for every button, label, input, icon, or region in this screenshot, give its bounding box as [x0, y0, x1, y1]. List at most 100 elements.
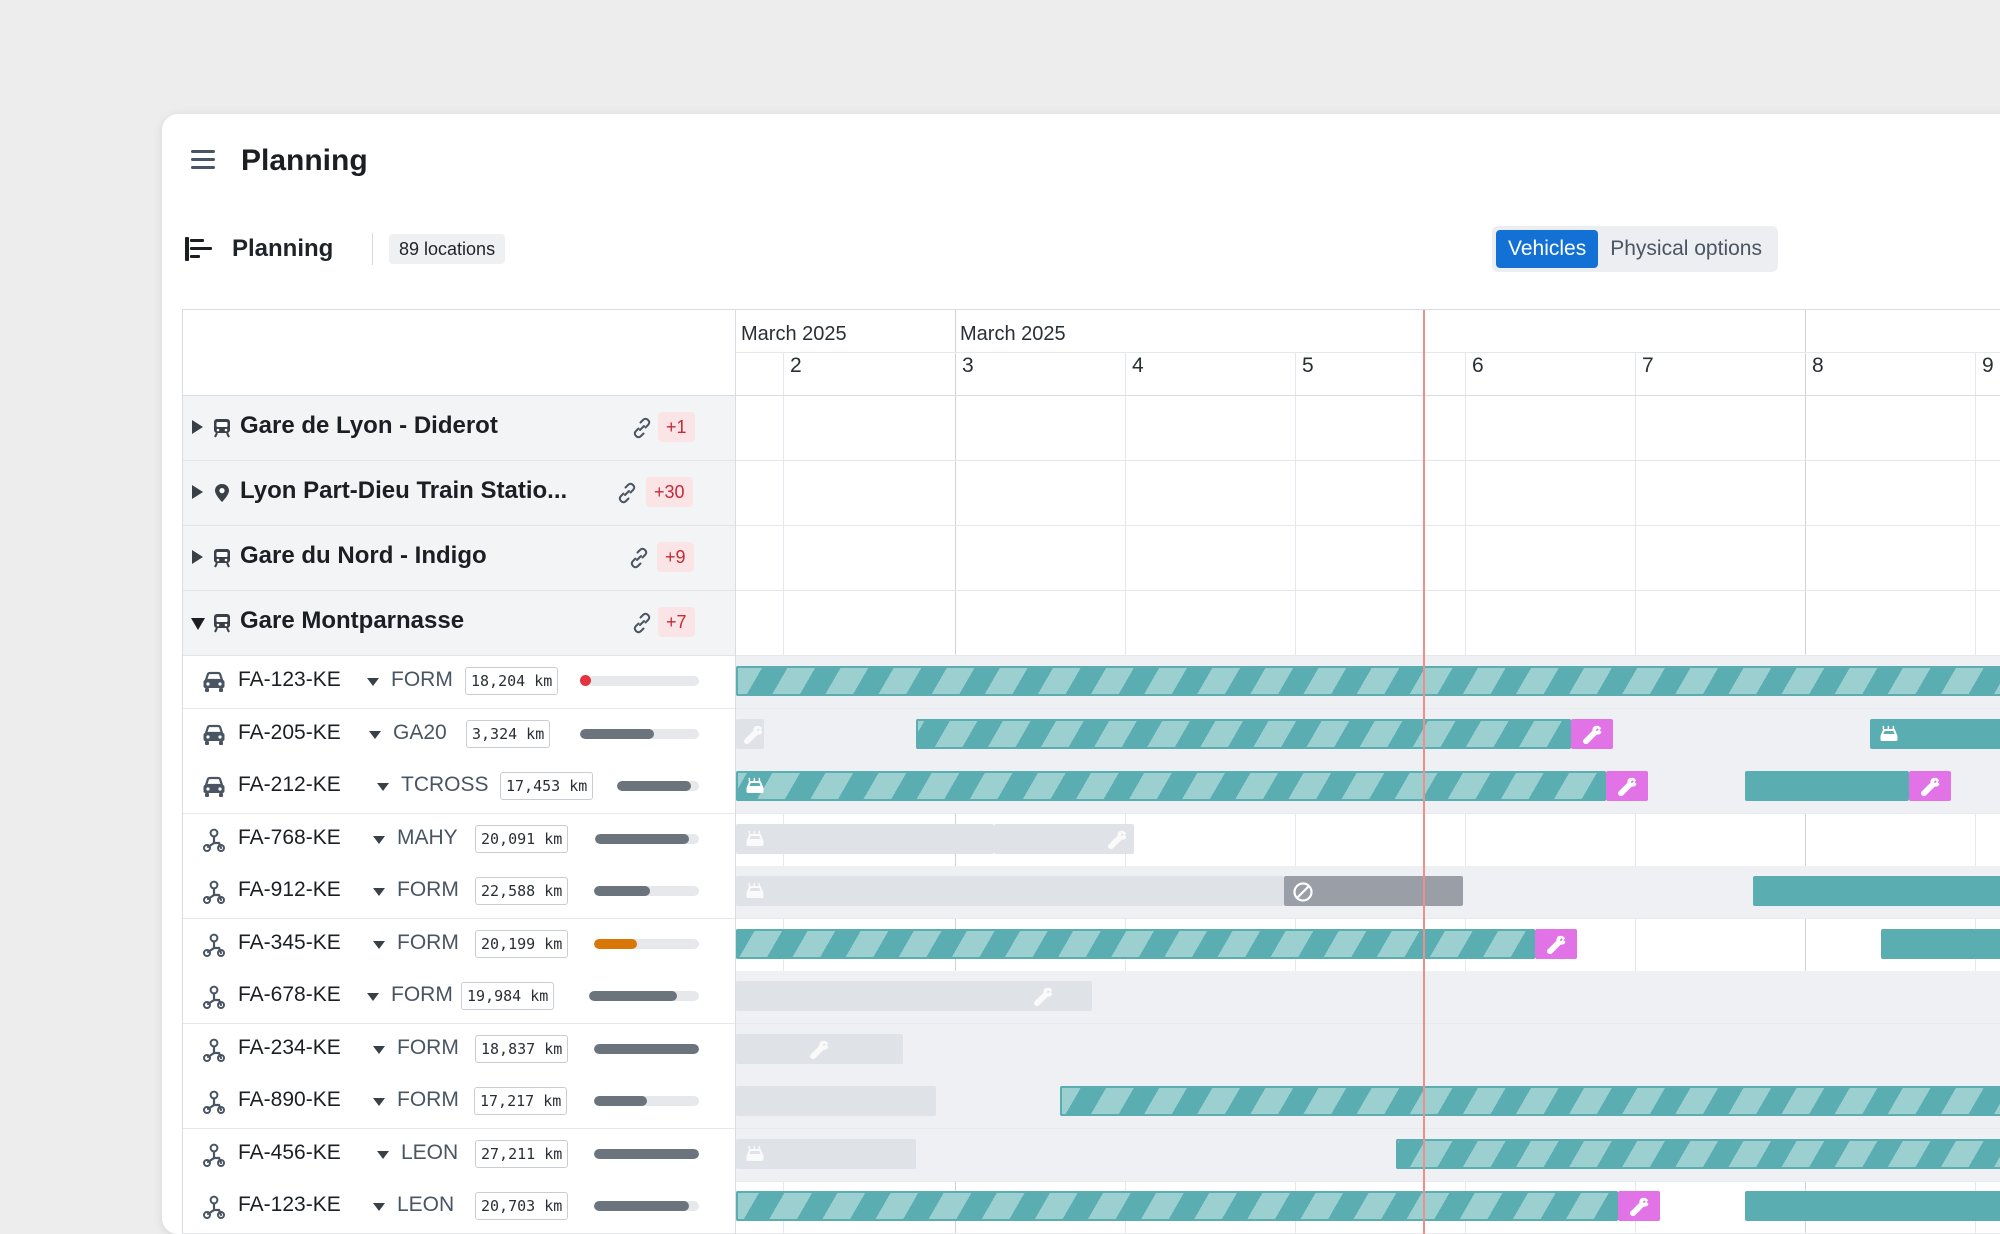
vehicle-model: FORM	[397, 1036, 459, 1059]
vehicle-plate: FA-768-KE	[238, 826, 341, 849]
past-booking-block[interactable]	[736, 1086, 936, 1116]
vehicle-plate: FA-456-KE	[238, 1141, 341, 1164]
day-row-divider	[736, 352, 2000, 353]
vehicle-row[interactable]: FA-234-KE FORM 18,837 km	[183, 1024, 735, 1077]
model-dropdown-icon[interactable]	[373, 836, 385, 844]
vehicle-row[interactable]: FA-205-KE GA20 3,324 km	[183, 709, 735, 762]
vehicle-row[interactable]: FA-456-KE LEON 27,211 km	[183, 1129, 735, 1182]
model-dropdown-icon[interactable]	[373, 1046, 385, 1054]
model-dropdown-icon[interactable]	[369, 731, 381, 739]
past-booking-block[interactable]	[736, 824, 994, 854]
booking-block[interactable]	[1870, 719, 2000, 749]
view-toggle: Vehicles Physical options	[1492, 226, 1778, 272]
booking-block[interactable]	[1060, 1086, 2000, 1116]
vehicle-lane	[736, 1181, 2000, 1234]
fuel-level-bar	[594, 1149, 699, 1159]
booking-block[interactable]	[1396, 1139, 2000, 1169]
fuel-level-bar	[589, 991, 699, 1001]
booking-block[interactable]	[736, 1191, 1618, 1221]
expand-caret-icon[interactable]	[192, 420, 203, 434]
vehicle-model: FORM	[391, 668, 453, 691]
link-icon[interactable]	[615, 481, 639, 505]
alert-dot	[580, 675, 591, 686]
booking-block[interactable]	[916, 719, 1571, 749]
day-label: 3	[962, 354, 974, 377]
link-icon[interactable]	[627, 546, 651, 570]
model-dropdown-icon[interactable]	[373, 888, 385, 896]
model-dropdown-icon[interactable]	[377, 1151, 389, 1159]
car-wash-icon	[744, 881, 766, 903]
vehicle-lane	[736, 1129, 2000, 1182]
vehicle-row[interactable]: FA-345-KE FORM 20,199 km	[183, 919, 735, 972]
fuel-level-fill	[595, 834, 689, 844]
vehicle-model: FORM	[397, 878, 459, 901]
location-name: Lyon Part-Dieu Train Statio...	[240, 477, 568, 504]
fuel-level-bar	[588, 676, 699, 686]
booking-block[interactable]	[736, 929, 1535, 959]
maintenance-block[interactable]	[1606, 771, 1648, 801]
location-group-row[interactable]: Gare du Nord - Indigo +9	[183, 526, 735, 591]
past-booking-block[interactable]	[994, 824, 1134, 854]
vehicle-row[interactable]: FA-890-KE FORM 17,217 km	[183, 1076, 735, 1129]
booking-block[interactable]	[1881, 929, 2000, 959]
physical-options-tab[interactable]: Physical options	[1598, 230, 1774, 268]
blocked-icon	[1292, 881, 1314, 903]
location-group-row[interactable]: Lyon Part-Dieu Train Statio... +30	[183, 461, 735, 526]
unavailable-block[interactable]	[1284, 876, 1463, 906]
model-dropdown-icon[interactable]	[373, 1098, 385, 1106]
top-bar: Planning	[162, 114, 2000, 204]
past-booking-block[interactable]	[736, 1139, 916, 1169]
vehicle-row[interactable]: FA-768-KE MAHY 20,091 km	[183, 814, 735, 867]
vehicle-lane	[736, 656, 2000, 709]
model-dropdown-icon[interactable]	[373, 1203, 385, 1211]
maintenance-block[interactable]	[1618, 1191, 1660, 1221]
location-group-row[interactable]: Gare de Lyon - Diderot +1	[183, 396, 735, 461]
link-icon[interactable]	[630, 611, 654, 635]
vehicle-count-badge: +7	[658, 607, 695, 637]
vehicle-lane	[736, 1076, 2000, 1129]
app-window: Planning Planning 89 locations Vehicles …	[162, 114, 2000, 1234]
day-label: 4	[1132, 354, 1144, 377]
vehicle-row[interactable]: FA-678-KE FORM 19,984 km	[183, 971, 735, 1024]
train-icon	[213, 548, 231, 568]
vehicle-row[interactable]: FA-123-KE FORM 18,204 km	[183, 656, 735, 709]
expand-caret-icon[interactable]	[192, 485, 203, 499]
model-dropdown-icon[interactable]	[367, 678, 379, 686]
collapse-caret-icon[interactable]	[191, 618, 205, 630]
model-dropdown-icon[interactable]	[367, 993, 379, 1001]
vehicle-row[interactable]: FA-123-KE LEON 20,703 km	[183, 1181, 735, 1234]
mileage-badge: 17,453 km	[500, 772, 594, 800]
maintenance-block[interactable]	[1909, 771, 1951, 801]
expand-caret-icon[interactable]	[192, 550, 203, 564]
day-label: 8	[1812, 354, 1824, 377]
booking-block[interactable]	[736, 771, 1606, 801]
timeline-header-divider	[736, 395, 2000, 396]
vehicles-tab[interactable]: Vehicles	[1496, 230, 1599, 268]
booking-block[interactable]	[1753, 876, 2000, 906]
model-dropdown-icon[interactable]	[373, 941, 385, 949]
booking-block[interactable]	[1745, 1191, 2000, 1221]
booking-block[interactable]	[1745, 771, 1909, 801]
fuel-level-fill	[594, 1096, 647, 1106]
past-booking-block[interactable]	[736, 981, 1092, 1011]
resource-panel-header	[183, 310, 735, 396]
hamburger-menu-icon[interactable]	[190, 148, 218, 170]
model-dropdown-icon[interactable]	[377, 783, 389, 791]
vehicle-plate: FA-123-KE	[238, 1193, 341, 1216]
past-booking-block[interactable]	[736, 1034, 903, 1064]
scooter-icon	[201, 1037, 227, 1063]
vehicle-row[interactable]: FA-212-KE TCROSS 17,453 km	[183, 761, 735, 814]
location-group-row[interactable]: Gare Montparnasse +7	[183, 591, 735, 656]
maintenance-block[interactable]	[1535, 929, 1577, 959]
maintenance-block[interactable]	[1571, 719, 1613, 749]
past-booking-block[interactable]	[736, 719, 764, 749]
vehicle-row[interactable]: FA-912-KE FORM 22,588 km	[183, 866, 735, 919]
booking-block[interactable]	[736, 666, 2000, 696]
link-icon[interactable]	[630, 416, 654, 440]
wrench-icon	[1581, 724, 1603, 746]
vehicle-lane	[736, 709, 2000, 762]
vehicle-count-badge: +9	[657, 542, 694, 572]
past-booking-block[interactable]	[736, 876, 1284, 906]
vehicle-lane	[736, 761, 2000, 814]
gantt-icon	[185, 236, 212, 262]
